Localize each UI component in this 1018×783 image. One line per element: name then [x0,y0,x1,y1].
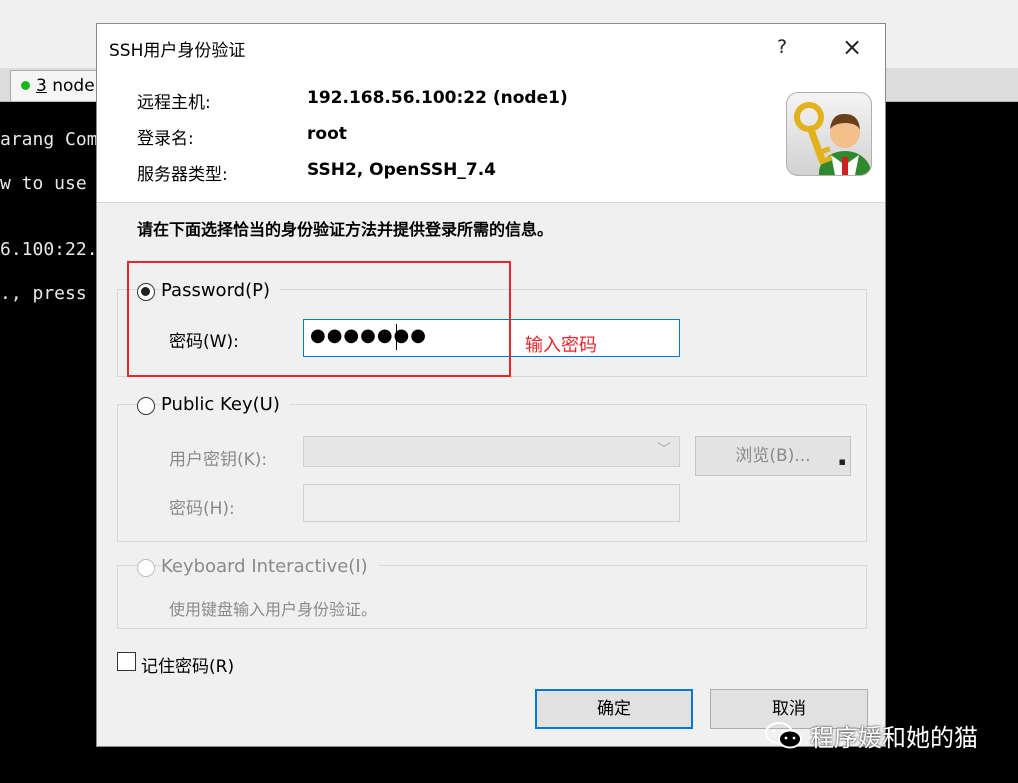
tab-number: 3 [36,76,47,96]
tab-label: node3 [52,76,99,96]
annotation-highlight-box [127,261,511,377]
keyboard-option-label[interactable]: Keyboard Interactive(I) [161,556,378,577]
user-key-select[interactable]: ﹀ [303,436,680,467]
ok-button[interactable]: 确定 [535,689,693,729]
host-value: 192.168.56.100:22 (node1) [307,88,568,108]
help-button[interactable]: ? [769,32,795,62]
user-key-icon [786,92,872,176]
close-button[interactable]: × [837,32,867,62]
terminal-line: ., press [0,283,87,304]
wechat-icon [765,721,802,748]
terminal-line: w to use X [0,173,109,194]
dialog-header: SSH用户身份验证 ? × 远程主机: 192.168.56.100:22 (n… [97,24,885,203]
remember-password-checkbox[interactable] [117,652,136,671]
login-value: root [307,124,347,144]
public-key-radio[interactable] [137,397,155,415]
server-type-value: SSH2, OpenSSH_7.4 [307,160,496,180]
dialog-title: SSH用户身份验证 [109,41,246,61]
remember-password-label[interactable]: 记住密码(R) [141,652,234,677]
keyboard-radio[interactable] [137,559,155,577]
watermark-text: 程序媛和她的猫 [810,724,978,752]
terminal-line: 6.100:22. [0,239,98,260]
watermark: 程序媛和她的猫 [764,718,978,753]
terminal-area-right [886,102,1018,783]
annotation-text: 输入密码 [525,335,597,356]
chevron-down-icon: ﹀ [657,442,671,458]
user-key-label: 用户密钥(K): [169,450,268,470]
browse-label: 浏览(B)... [735,446,811,466]
session-tab-node3[interactable]: 3 node3 [10,70,100,101]
ssh-auth-dialog: SSH用户身份验证 ? × 远程主机: 192.168.56.100:22 (n… [96,23,886,747]
server-type-label: 服务器类型: [137,165,228,185]
browse-button[interactable]: 浏览(B)... ▪ [695,436,851,476]
instruction-text: 请在下面选择恰当的身份验证方法并提供登录所需的信息。 [137,220,554,239]
host-label: 远程主机: [137,93,211,113]
terminal-line: arang Comp [0,129,109,150]
passphrase-label: 密码(H): [169,499,235,519]
passphrase-input[interactable] [303,484,680,522]
keyboard-description: 使用键盘输入用户身份验证。 [169,600,378,619]
terminal-area[interactable]: arang Comp w to use X 6.100:22. ., press [0,102,108,783]
public-key-option-label[interactable]: Public Key(U) [161,394,290,415]
connected-status-icon [21,81,30,90]
login-label: 登录名: [137,129,194,149]
dropdown-dot-icon: ▪ [838,455,846,468]
